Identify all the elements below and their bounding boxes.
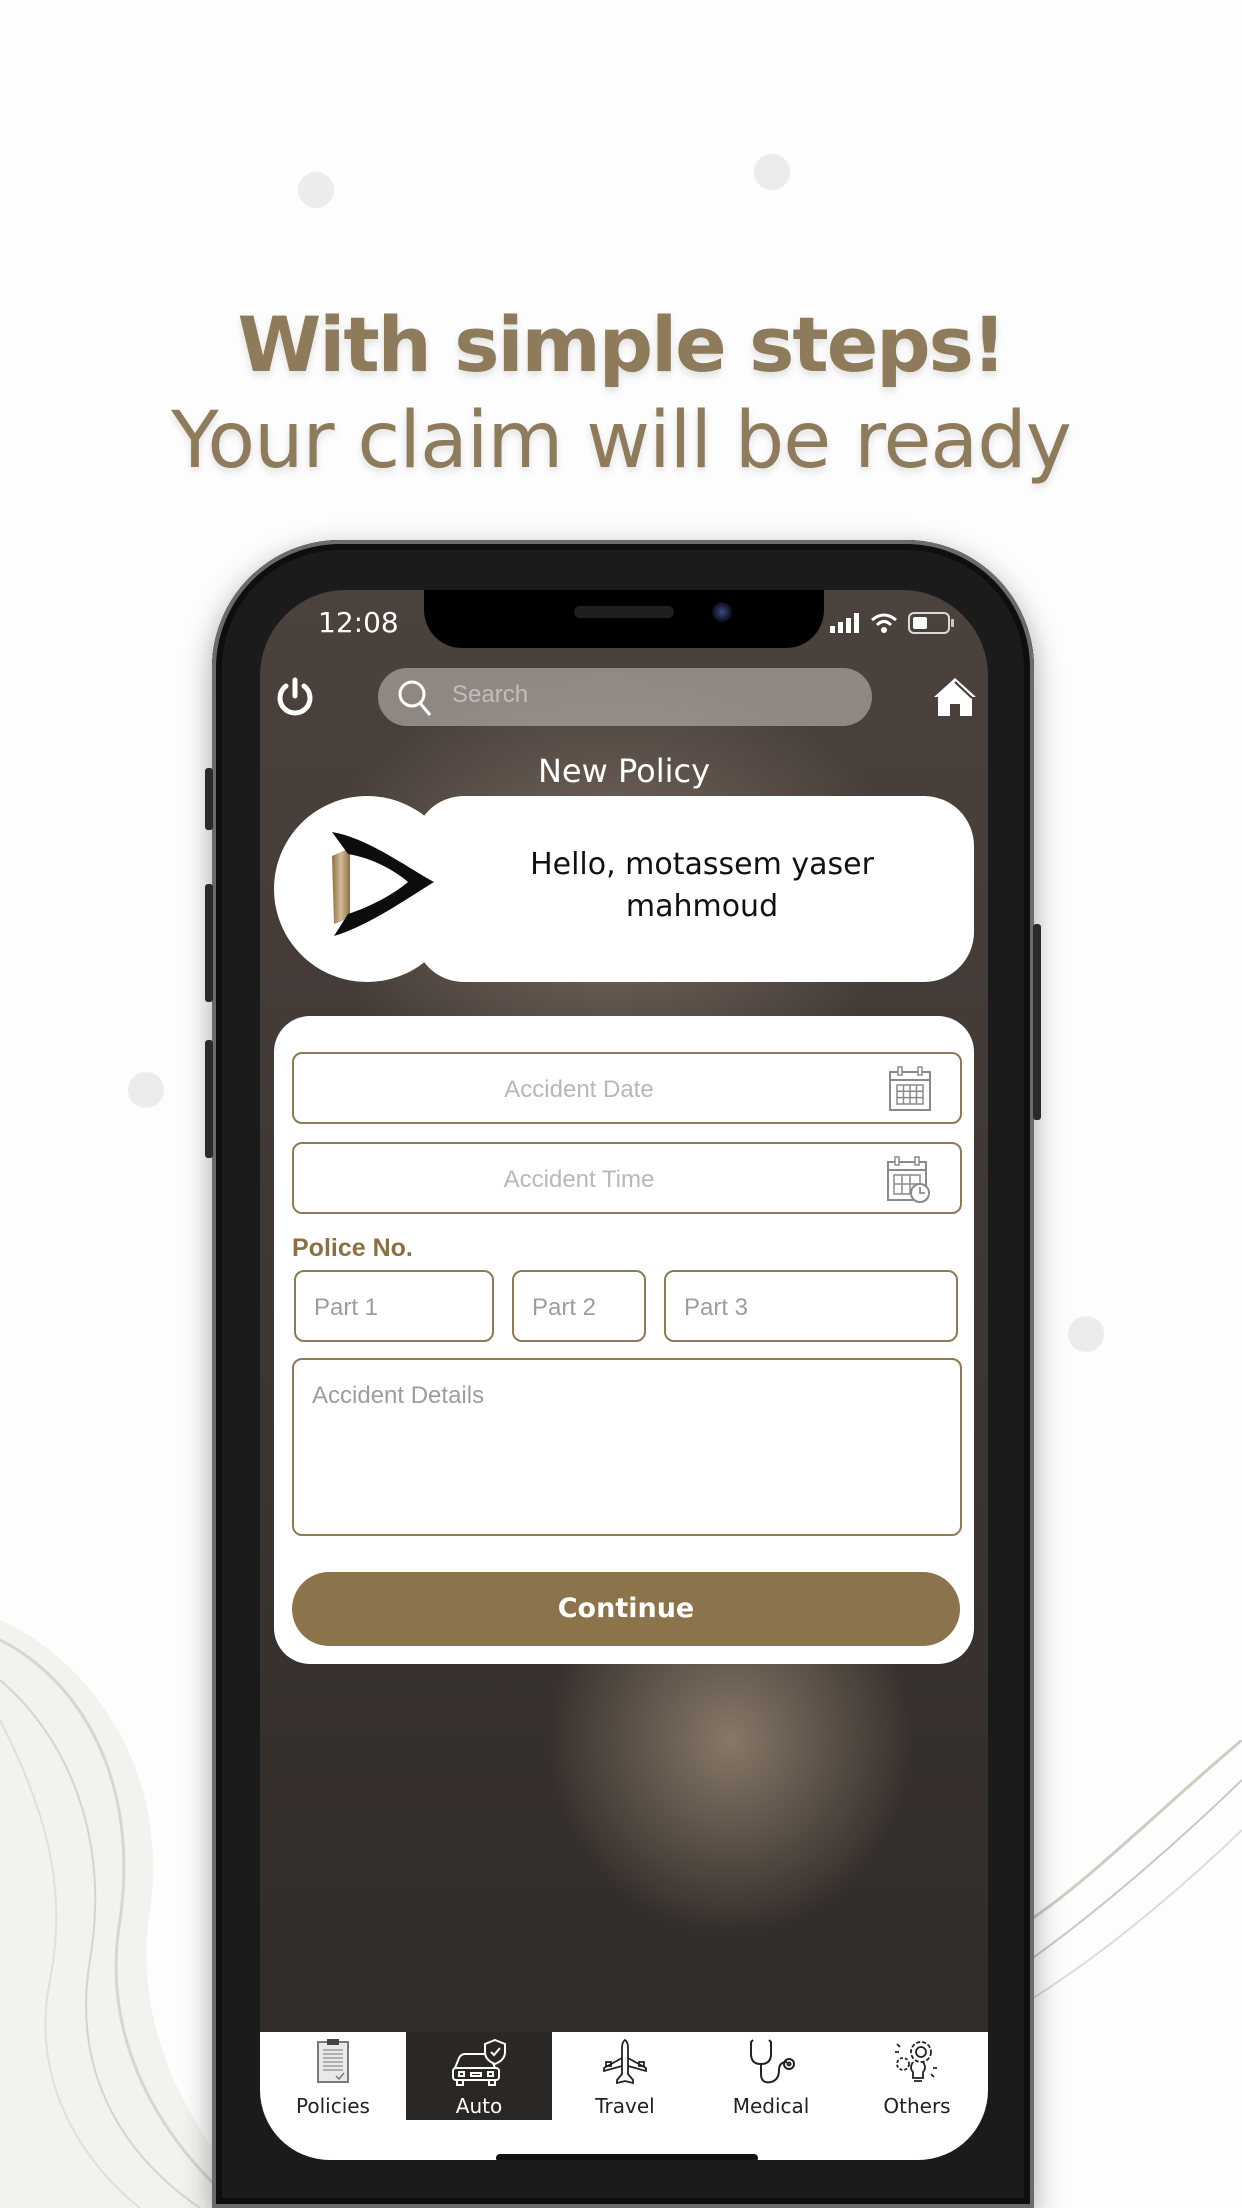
power-icon[interactable] xyxy=(274,676,316,718)
stethoscope-icon xyxy=(750,2039,795,2084)
claim-form: Accident Date Accident Time Police No. P… xyxy=(274,1016,974,1664)
tab-label: Travel xyxy=(595,2094,655,2118)
part3-placeholder: Part 3 xyxy=(684,1294,749,1321)
tab-label: Policies xyxy=(296,2094,370,2118)
car-shield-icon xyxy=(452,2038,506,2086)
home-indicator xyxy=(496,2154,758,2160)
search-placeholder: Search xyxy=(452,681,529,708)
calendar-clock-icon[interactable] xyxy=(886,1156,932,1204)
front-camera xyxy=(712,602,732,622)
phone-side-button xyxy=(205,1040,213,1158)
search-icon xyxy=(398,680,432,716)
police-part3-input[interactable]: Part 3 xyxy=(664,1270,958,1342)
phone-notch xyxy=(424,590,824,648)
decorative-dot xyxy=(298,172,334,208)
tab-label: Medical xyxy=(732,2094,810,2118)
tab-policies[interactable]: Policies xyxy=(260,2032,406,2120)
tab-label: Auto xyxy=(455,2094,503,2118)
company-logo-icon xyxy=(332,832,434,936)
promo-headline: With simple steps! xyxy=(237,300,1006,389)
wifi-icon xyxy=(871,613,897,633)
tab-travel[interactable]: Travel xyxy=(552,2032,698,2120)
lightbulb-gear-icon xyxy=(895,2041,937,2082)
phone-side-button xyxy=(205,768,213,830)
greeting-line-1: Hello, motassem yaser xyxy=(530,847,874,882)
phone-side-button xyxy=(1033,924,1041,1120)
home-icon[interactable] xyxy=(932,676,978,718)
phone-side-button xyxy=(205,884,213,1002)
police-part1-input[interactable]: Part 1 xyxy=(294,1270,494,1342)
greeting-line-2: mahmoud xyxy=(625,889,779,924)
decorative-dot xyxy=(128,1072,164,1108)
decorative-ribbon-right xyxy=(1030,1740,1242,2001)
clipboard-icon xyxy=(317,2039,349,2083)
part1-placeholder: Part 1 xyxy=(314,1294,379,1321)
decorative-dot xyxy=(754,154,790,190)
accident-date-field[interactable]: Accident Date xyxy=(292,1052,962,1124)
tab-medical[interactable]: Medical xyxy=(698,2032,844,2120)
calendar-icon[interactable] xyxy=(888,1066,932,1112)
status-time: 12:08 xyxy=(318,606,399,639)
signal-icon xyxy=(830,613,859,633)
bottom-tab-bar: Policies Auto Travel Medical Others xyxy=(260,2032,988,2160)
police-part2-input[interactable]: Part 2 xyxy=(512,1270,646,1342)
status-icons xyxy=(830,612,954,634)
tab-label: Others xyxy=(883,2094,951,2118)
greeting-card: Hello, motassem yaser mahmoud xyxy=(274,796,974,982)
tab-auto[interactable]: Auto xyxy=(406,2032,552,2120)
accident-details-textarea[interactable]: Accident Details xyxy=(292,1358,962,1536)
continue-button[interactable]: Continue xyxy=(292,1572,960,1646)
page-title: New Policy xyxy=(537,752,710,790)
accident-date-placeholder: Accident Date xyxy=(504,1076,654,1103)
police-number-label: Police No. xyxy=(292,1234,413,1262)
speaker-grille xyxy=(574,606,674,618)
part2-placeholder: Part 2 xyxy=(532,1294,597,1321)
battery-icon xyxy=(908,612,954,634)
accident-time-placeholder: Accident Time xyxy=(503,1166,655,1193)
promo-subheadline: Your claim will be ready xyxy=(171,396,1072,486)
app-screen: 12:08 Search New Policy Hello, motassem … xyxy=(260,590,988,2160)
accident-time-field[interactable]: Accident Time xyxy=(292,1142,962,1214)
accident-details-placeholder: Accident Details xyxy=(312,1382,485,1409)
decorative-dot xyxy=(1068,1316,1104,1352)
airplane-icon xyxy=(603,2038,647,2085)
search-input[interactable]: Search xyxy=(378,668,872,726)
greeting-text: Hello, motassem yaser mahmoud xyxy=(442,844,962,928)
tab-others[interactable]: Others xyxy=(844,2032,988,2120)
